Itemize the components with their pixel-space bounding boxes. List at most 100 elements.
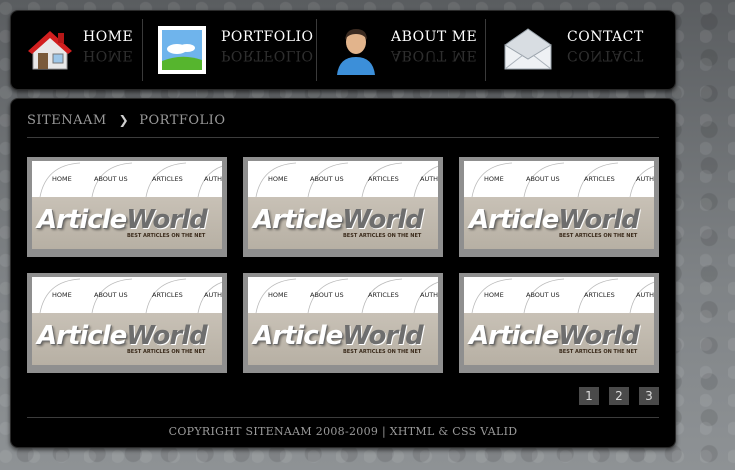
- content-panel: SITENAAM ❯ PORTFOLIO HOME ABOUT US ARTICLES A…: [10, 98, 676, 448]
- preview-banner: ArticleWorld BEST ARTICLES ON THE NET: [464, 313, 654, 365]
- preview-banner: ArticleWorld BEST ARTICLES ON THE NET: [464, 197, 654, 249]
- landscape-picture-icon: [158, 26, 206, 74]
- preview-logo-part1: Article: [37, 205, 127, 235]
- preview-header: HOME ABOUT US ARTICLES AUTH: [248, 277, 438, 313]
- nav-divider: [485, 19, 486, 81]
- nav-label-contact: CONTACT: [567, 29, 644, 45]
- preview-banner: ArticleWorld BEST ARTICLES ON THE NET: [248, 313, 438, 365]
- nav-label-about-me: ABOUT ME: [391, 29, 478, 45]
- chevron-right-icon: ❯: [118, 113, 130, 127]
- preview-tagline: BEST ARTICLES ON THE NET: [559, 233, 638, 239]
- nav-divider: [316, 19, 317, 81]
- preview-logo-part2: World: [126, 205, 207, 235]
- breadcrumb-current: PORTFOLIO: [139, 113, 226, 128]
- nav-item-portfolio[interactable]: PORTFOLIO PORTFOLIO: [157, 11, 317, 89]
- thumbnail-preview-image: HOME ABOUT US ARTICLES AUTH ArticleWorld BEST…: [248, 277, 438, 365]
- preview-logo-part1: Article: [37, 321, 127, 351]
- preview-menu-item: ARTICLES: [368, 175, 399, 183]
- preview-menu-item: ABOUT US: [94, 175, 128, 183]
- thumbnail-preview-image: HOME ABOUT US ARTICLES AUTH ArticleWorld BEST…: [464, 161, 654, 249]
- preview-logo-part2: World: [558, 321, 639, 351]
- thumbnail-preview-image: HOME ABOUT US ARTICLES AUTH ArticleWorld BEST…: [464, 277, 654, 365]
- breadcrumb: SITENAAM ❯ PORTFOLIO: [27, 113, 225, 128]
- preview-menu-item: AUTH: [204, 175, 222, 183]
- preview-tagline: BEST ARTICLES ON THE NET: [559, 349, 638, 355]
- nav-item-home[interactable]: HOME HOME: [25, 11, 145, 89]
- preview-banner: ArticleWorld BEST ARTICLES ON THE NET: [32, 313, 222, 365]
- preview-menu-item: ABOUT US: [94, 291, 128, 299]
- footer-copyright: COPYRIGHT SITENAAM 2008-2009 | XHTML & C…: [168, 425, 518, 438]
- preview-menu-item: HOME: [484, 175, 504, 183]
- preview-menu-item: ABOUT US: [526, 291, 560, 299]
- nav-reflection-contact: CONTACT: [567, 47, 644, 63]
- page-button-1[interactable]: 1: [579, 387, 599, 405]
- preview-logo: ArticleWorld: [37, 205, 208, 235]
- page-button-2[interactable]: 2: [609, 387, 629, 405]
- preview-menu-item: ABOUT US: [310, 175, 344, 183]
- preview-menu-item: ARTICLES: [152, 175, 183, 183]
- portfolio-thumbnail[interactable]: HOME ABOUT US ARTICLES AUTH ArticleWorld BEST…: [243, 273, 443, 373]
- person-avatar-icon: [337, 29, 375, 75]
- preview-logo: ArticleWorld: [253, 205, 424, 235]
- page-button-3[interactable]: 3: [639, 387, 659, 405]
- preview-menu-item: ABOUT US: [310, 291, 344, 299]
- preview-menu-item: AUTH: [420, 291, 438, 299]
- preview-logo-part2: World: [342, 205, 423, 235]
- preview-logo-part2: World: [126, 321, 207, 351]
- portfolio-thumbnail[interactable]: HOME ABOUT US ARTICLES AUTH ArticleWorld BEST…: [459, 273, 659, 373]
- nav-label-portfolio: PORTFOLIO: [221, 29, 314, 45]
- preview-logo: ArticleWorld: [253, 321, 424, 351]
- preview-logo-part1: Article: [253, 321, 343, 351]
- portfolio-thumbnail[interactable]: HOME ABOUT US ARTICLES AUTH ArticleWorld BEST…: [243, 157, 443, 257]
- thumbnail-preview-image: HOME ABOUT US ARTICLES AUTH ArticleWorld BEST…: [248, 161, 438, 249]
- portfolio-thumbnail[interactable]: HOME ABOUT US ARTICLES AUTH ArticleWorld BEST…: [27, 157, 227, 257]
- preview-logo-part1: Article: [469, 205, 559, 235]
- preview-menu-item: AUTH: [204, 291, 222, 299]
- divider: [27, 417, 659, 418]
- preview-logo-part2: World: [342, 321, 423, 351]
- nav-reflection-portfolio: PORTFOLIO: [221, 47, 314, 63]
- preview-menu-item: AUTH: [420, 175, 438, 183]
- preview-tagline: BEST ARTICLES ON THE NET: [343, 349, 422, 355]
- preview-header: HOME ABOUT US ARTICLES AUTH: [248, 161, 438, 197]
- preview-menu-item: AUTH: [636, 291, 654, 299]
- envelope-icon: [504, 28, 552, 70]
- divider: [27, 137, 659, 138]
- portfolio-thumbnail[interactable]: HOME ABOUT US ARTICLES AUTH ArticleWorld BEST…: [459, 157, 659, 257]
- portfolio-thumbnail[interactable]: HOME ABOUT US ARTICLES AUTH ArticleWorld BEST…: [27, 273, 227, 373]
- preview-menu-item: HOME: [268, 291, 288, 299]
- preview-menu-item: ARTICLES: [368, 291, 399, 299]
- preview-menu-item: AUTH: [636, 175, 654, 183]
- preview-menu-item: ARTICLES: [584, 291, 615, 299]
- preview-logo: ArticleWorld: [469, 321, 640, 351]
- preview-menu-item: HOME: [484, 291, 504, 299]
- nav-item-about-me[interactable]: ABOUT ME ABOUT ME: [329, 11, 479, 89]
- nav-item-contact[interactable]: CONTACT CONTACT: [501, 11, 661, 89]
- preview-logo-part1: Article: [253, 205, 343, 235]
- preview-banner: ArticleWorld BEST ARTICLES ON THE NET: [248, 197, 438, 249]
- preview-menu-item: ARTICLES: [152, 291, 183, 299]
- preview-header: HOME ABOUT US ARTICLES AUTH: [32, 161, 222, 197]
- preview-tagline: BEST ARTICLES ON THE NET: [127, 233, 206, 239]
- house-icon: [28, 31, 72, 70]
- preview-menu-item: ARTICLES: [584, 175, 615, 183]
- breadcrumb-root-link[interactable]: SITENAAM: [27, 113, 107, 128]
- preview-logo-part1: Article: [469, 321, 559, 351]
- main-navigation: HOME HOME PORTFOLIO PORTFOLIO ABOUT ME A…: [10, 10, 676, 90]
- thumbnail-preview-image: HOME ABOUT US ARTICLES AUTH ArticleWorld BEST…: [32, 277, 222, 365]
- preview-header: HOME ABOUT US ARTICLES AUTH: [464, 161, 654, 197]
- preview-header: HOME ABOUT US ARTICLES AUTH: [464, 277, 654, 313]
- preview-menu-item: HOME: [52, 175, 72, 183]
- preview-tagline: BEST ARTICLES ON THE NET: [127, 349, 206, 355]
- preview-banner: ArticleWorld BEST ARTICLES ON THE NET: [32, 197, 222, 249]
- nav-reflection-about-me: ABOUT ME: [391, 47, 478, 63]
- nav-label-home: HOME: [83, 29, 134, 45]
- preview-header: HOME ABOUT US ARTICLES AUTH: [32, 277, 222, 313]
- preview-menu-item: ABOUT US: [526, 175, 560, 183]
- nav-reflection-home: HOME: [83, 47, 134, 63]
- nav-divider: [142, 19, 143, 81]
- preview-menu-item: HOME: [52, 291, 72, 299]
- preview-logo-part2: World: [558, 205, 639, 235]
- preview-logo: ArticleWorld: [37, 321, 208, 351]
- preview-menu-item: HOME: [268, 175, 288, 183]
